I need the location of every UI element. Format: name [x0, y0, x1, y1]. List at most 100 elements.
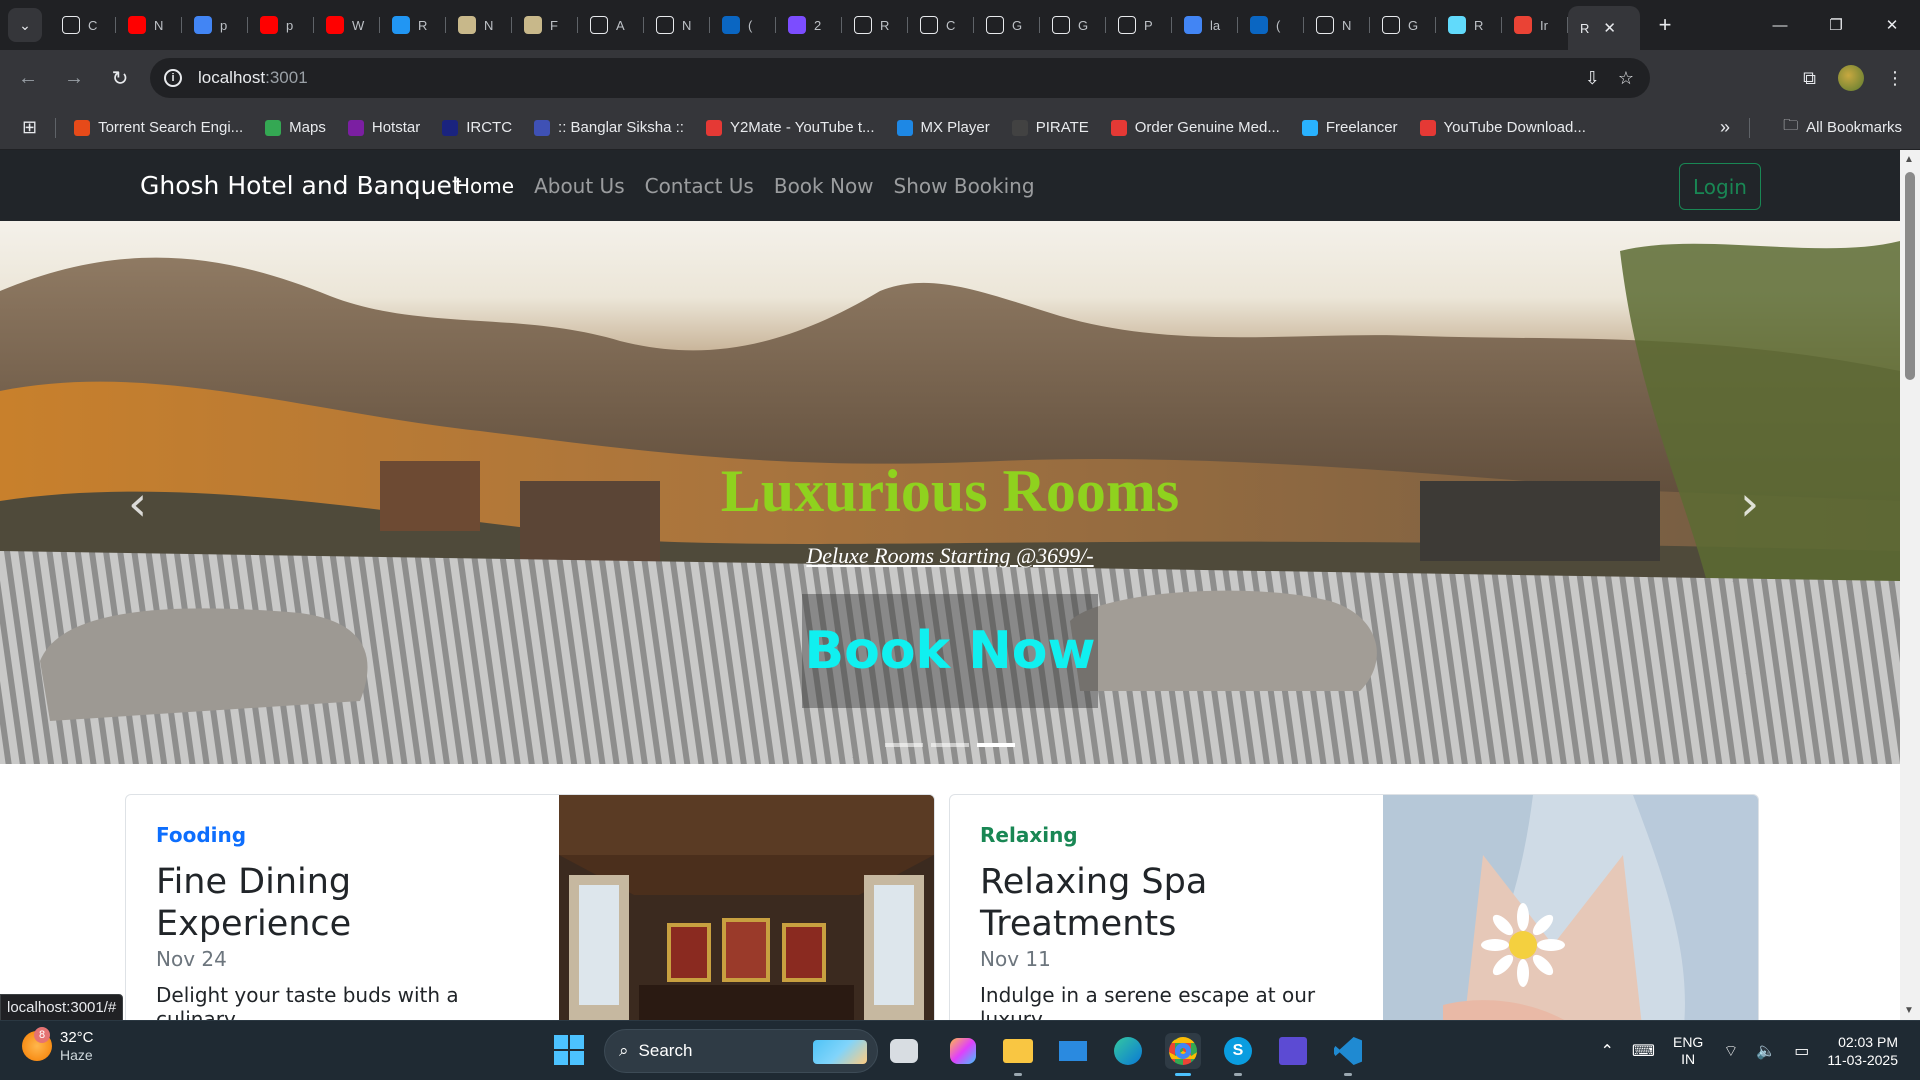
- nav-book-now[interactable]: Book Now: [774, 174, 874, 198]
- browser-tab[interactable]: C: [908, 7, 974, 43]
- extensions-icon[interactable]: ⧉: [1803, 68, 1816, 89]
- profile-avatar[interactable]: [1838, 65, 1864, 91]
- restore-button[interactable]: ❐: [1808, 0, 1864, 50]
- browser-tab[interactable]: N: [116, 7, 182, 43]
- nav-contact-us[interactable]: Contact Us: [645, 174, 754, 198]
- browser-tab[interactable]: (: [1238, 7, 1304, 43]
- browser-tab[interactable]: R: [380, 7, 446, 43]
- close-window-button[interactable]: ✕: [1864, 0, 1920, 50]
- new-tab-button[interactable]: +: [1650, 10, 1680, 40]
- install-app-icon[interactable]: ⇩: [1585, 68, 1600, 89]
- taskbar-search[interactable]: ⌕ Search: [604, 1029, 878, 1073]
- browser-tab[interactable]: A: [578, 7, 644, 43]
- login-button[interactable]: Login: [1679, 163, 1761, 210]
- weather-sun-icon: 8: [22, 1027, 52, 1061]
- browser-tab[interactable]: P: [1106, 7, 1172, 43]
- bookmark-item[interactable]: YouTube Download...: [1419, 119, 1586, 136]
- tab-search-button[interactable]: ⌄: [8, 8, 42, 42]
- bookmark-item[interactable]: Order Genuine Med...: [1110, 119, 1280, 136]
- page-scrollbar[interactable]: ▲ ▼: [1900, 150, 1920, 1020]
- browser-tab[interactable]: Ir: [1502, 7, 1568, 43]
- triangle-icon: [62, 16, 80, 34]
- bookmarks-divider: [55, 117, 57, 138]
- chrome-icon[interactable]: [1165, 1033, 1201, 1076]
- carousel-indicator[interactable]: [885, 743, 923, 747]
- apps-grid-icon[interactable]: ⊞: [22, 117, 37, 138]
- tab-title: W: [352, 17, 365, 33]
- forward-button[interactable]: →: [54, 58, 94, 98]
- bookmark-item[interactable]: Y2Mate - YouTube t...: [705, 119, 875, 136]
- browser-tab-active[interactable]: R ✕: [1568, 6, 1640, 50]
- hero-book-now-button[interactable]: Book Now: [802, 594, 1098, 708]
- url-text[interactable]: localhost:3001: [198, 68, 308, 88]
- address-bar[interactable]: i localhost:3001 ⇩ ☆: [150, 58, 1650, 98]
- nav-about-us[interactable]: About Us: [534, 174, 625, 198]
- browser-tab[interactable]: R: [842, 7, 908, 43]
- nav-show-booking[interactable]: Show Booking: [894, 174, 1035, 198]
- browser-tab[interactable]: C: [50, 7, 116, 43]
- close-tab-icon[interactable]: ✕: [1603, 19, 1616, 37]
- scroll-down-icon[interactable]: ▼: [1904, 1005, 1914, 1016]
- mail-icon[interactable]: [1055, 1033, 1091, 1069]
- tab-title: C: [88, 17, 98, 33]
- edge-icon[interactable]: [1110, 1033, 1146, 1069]
- browser-tab[interactable]: N: [644, 7, 710, 43]
- bookmark-item[interactable]: IRCTC: [442, 119, 512, 136]
- more-bookmarks-icon[interactable]: »: [1720, 117, 1730, 138]
- language-indicator[interactable]: ENG IN: [1673, 1034, 1703, 1068]
- browser-tab[interactable]: W: [314, 7, 380, 43]
- browser-tab[interactable]: N: [1304, 7, 1370, 43]
- bookmark-item[interactable]: Maps: [265, 119, 326, 136]
- browser-tab[interactable]: (: [710, 7, 776, 43]
- bookmark-item[interactable]: PIRATE: [1011, 119, 1089, 136]
- show-hidden-icons-icon[interactable]: ⌃: [1600, 1041, 1613, 1061]
- carousel-indicator[interactable]: [977, 743, 1015, 747]
- browser-tab[interactable]: p: [248, 7, 314, 43]
- reload-button[interactable]: ↻: [100, 58, 140, 98]
- bookmark-item[interactable]: Torrent Search Engi...: [74, 119, 243, 136]
- volume-icon[interactable]: 🔈: [1756, 1041, 1776, 1061]
- browser-tab[interactable]: G: [1040, 7, 1106, 43]
- scroll-up-icon[interactable]: ▲: [1904, 154, 1914, 165]
- browser-tab[interactable]: 2: [776, 7, 842, 43]
- menu-kebab-icon[interactable]: ⋮: [1886, 68, 1904, 89]
- browser-tab[interactable]: G: [974, 7, 1040, 43]
- vscode-icon[interactable]: [1330, 1033, 1366, 1076]
- minimize-button[interactable]: —: [1752, 0, 1808, 50]
- clock[interactable]: 02:03 PM 11-03-2025: [1827, 1033, 1898, 1069]
- vs-icon[interactable]: [1275, 1033, 1311, 1069]
- bookmark-item[interactable]: MX Player: [896, 119, 990, 136]
- site-brand[interactable]: Ghosh Hotel and Banquet: [140, 171, 462, 200]
- browser-tab[interactable]: N: [446, 7, 512, 43]
- browser-tab[interactable]: la: [1172, 7, 1238, 43]
- skype-icon[interactable]: S: [1220, 1033, 1256, 1076]
- bookmark-item[interactable]: :: Banglar Siksha ::: [534, 119, 684, 136]
- browser-tab[interactable]: p: [182, 7, 248, 43]
- all-bookmarks-button[interactable]: 🗀 All Bookmarks: [1783, 115, 1902, 140]
- bookmark-label: Maps: [289, 119, 326, 136]
- task-view-icon[interactable]: [890, 1039, 918, 1063]
- weather-widget[interactable]: 8 32°C Haze: [22, 1027, 94, 1063]
- file-explorer-icon[interactable]: [1000, 1033, 1036, 1076]
- x-icon: [74, 119, 91, 136]
- battery-icon[interactable]: ▭: [1794, 1041, 1809, 1061]
- bookmark-star-icon[interactable]: ☆: [1618, 68, 1634, 89]
- bookmark-item[interactable]: Freelancer: [1301, 119, 1398, 136]
- copilot-icon[interactable]: [945, 1033, 981, 1069]
- scrollbar-thumb[interactable]: [1905, 172, 1915, 380]
- y2mate-icon: [705, 119, 722, 136]
- start-button[interactable]: [554, 1035, 584, 1065]
- browser-tab[interactable]: R: [1436, 7, 1502, 43]
- nav-home[interactable]: Home: [455, 174, 514, 198]
- carousel-indicator[interactable]: [931, 743, 969, 747]
- bookmark-item[interactable]: Hotstar: [347, 119, 420, 136]
- bookmark-label: Y2Mate - YouTube t...: [729, 119, 875, 136]
- browser-tab[interactable]: F: [512, 7, 578, 43]
- browser-tab[interactable]: G: [1370, 7, 1436, 43]
- card-relaxing-spa[interactable]: Relaxing Relaxing Spa Treatments Nov 11 …: [949, 794, 1759, 1020]
- site-info-icon[interactable]: i: [164, 69, 182, 87]
- wifi-icon[interactable]: ⌔: [1723, 1041, 1738, 1061]
- keyboard-icon[interactable]: ⌨: [1632, 1041, 1655, 1061]
- card-fine-dining[interactable]: Fooding Fine Dining Experience Nov 24 De…: [125, 794, 935, 1020]
- back-button[interactable]: ←: [8, 58, 48, 98]
